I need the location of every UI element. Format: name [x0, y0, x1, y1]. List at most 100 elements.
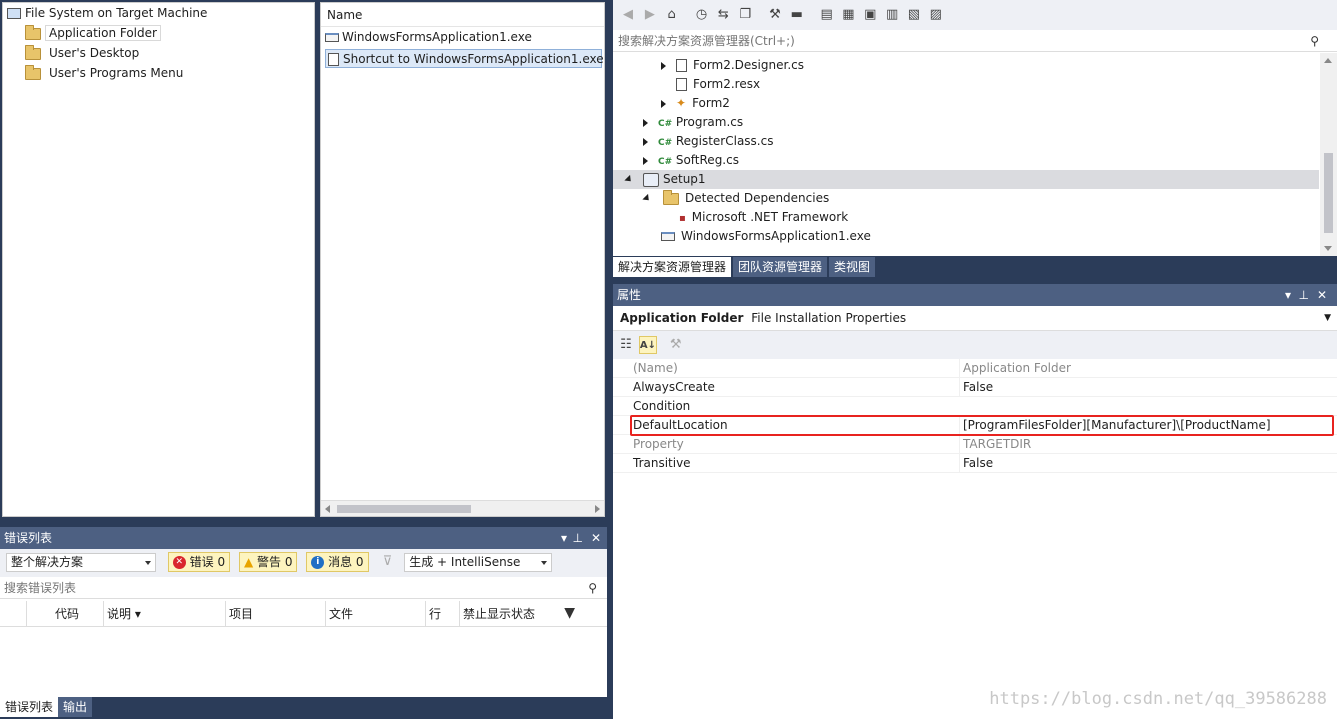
expand-icon[interactable]: [643, 118, 648, 127]
collapse-icon[interactable]: ❐: [736, 6, 754, 24]
tree-item-users-programs-menu[interactable]: User's Programs Menu: [25, 64, 314, 83]
file-item-label: WindowsFormsApplication1.exe: [342, 30, 532, 44]
search-icon[interactable]: ⚲: [1310, 30, 1319, 52]
folder-icon: [25, 24, 41, 40]
tree-item[interactable]: ✦ Form2: [661, 94, 1319, 113]
col-description[interactable]: 说明 ▾: [104, 601, 226, 627]
error-search-input[interactable]: [4, 577, 564, 599]
col-file[interactable]: 文件: [326, 601, 426, 627]
col-label: 文件: [329, 607, 354, 621]
file-types-editor-icon[interactable]: ▣: [861, 6, 879, 24]
file-item[interactable]: WindowsFormsApplication1.exe: [325, 28, 604, 47]
error-search-box[interactable]: ⚲: [0, 577, 607, 599]
dropdown-icon[interactable]: ▾: [561, 527, 567, 549]
pin-icon[interactable]: ⊥: [573, 527, 583, 549]
build-filter-dropdown[interactable]: 生成 + IntelliSense: [404, 552, 553, 572]
tree-item[interactable]: WindowsFormsApplication1.exe: [661, 227, 1319, 246]
properties-icon[interactable]: ⚒: [766, 6, 784, 24]
tree-item[interactable]: Form2.resx: [676, 75, 1319, 94]
solution-vertical-scrollbar[interactable]: [1320, 53, 1337, 256]
categorized-icon[interactable]: ☷: [617, 336, 635, 354]
tree-item[interactable]: C# Program.cs: [643, 113, 1319, 132]
solution-search-box[interactable]: ⚲: [613, 30, 1337, 52]
launch-conditions-icon[interactable]: ▨: [927, 6, 945, 24]
scroll-thumb[interactable]: [337, 505, 471, 513]
tree-item[interactable]: Form2.Designer.cs: [661, 56, 1319, 75]
expand-icon[interactable]: [643, 137, 648, 146]
alphabetical-icon[interactable]: A↓: [638, 336, 657, 354]
filter-clear-icon[interactable]: ⊽: [378, 553, 396, 571]
scroll-left-arrow[interactable]: [325, 505, 330, 513]
tree-item[interactable]: C# SoftReg.cs: [643, 151, 1319, 170]
chevron-down-icon[interactable]: ▼: [1324, 306, 1331, 331]
expand-icon[interactable]: [661, 99, 666, 108]
home-icon[interactable]: ⌂: [663, 6, 681, 24]
col-code[interactable]: 代码: [52, 601, 104, 627]
collapse-icon[interactable]: [624, 174, 634, 185]
col-icon[interactable]: [0, 601, 27, 627]
col-line[interactable]: 行: [426, 601, 460, 627]
scroll-down-arrow[interactable]: [1324, 246, 1332, 251]
tree-item-selected[interactable]: Setup1: [613, 170, 1319, 189]
folder-icon: [25, 64, 41, 80]
tree-item[interactable]: C# RegisterClass.cs: [643, 132, 1319, 151]
property-row[interactable]: (Name) Application Folder: [613, 359, 1337, 378]
property-row[interactable]: AlwaysCreate False: [613, 378, 1337, 397]
name-column-header[interactable]: Name: [321, 3, 604, 27]
pin-icon[interactable]: ⊥: [1299, 284, 1309, 306]
computer-icon: [7, 8, 21, 19]
forward-icon[interactable]: ▶: [641, 6, 659, 24]
highlight-annotation-box: [630, 415, 1334, 436]
tree-item-application-folder[interactable]: Application Folder: [25, 24, 161, 43]
registry-editor-icon[interactable]: ▦: [839, 6, 857, 24]
error-table-header: 代码 说明 ▾ 项目 文件 行 禁止显示状态 ▼: [0, 601, 607, 627]
minus-icon[interactable]: ▬: [788, 6, 806, 24]
tab-solution-explorer[interactable]: 解决方案资源管理器: [613, 257, 732, 277]
property-row[interactable]: Transitive False: [613, 454, 1337, 473]
resx-file-icon: [676, 78, 687, 91]
build-filter-value: 生成 + IntelliSense: [409, 554, 521, 569]
tab-class-view[interactable]: 类视图: [829, 257, 876, 277]
tree-item[interactable]: ▪ Microsoft .NET Framework: [679, 208, 1319, 227]
scroll-thumb[interactable]: [1324, 153, 1333, 233]
tree-item-label: Form2.resx: [693, 77, 761, 91]
file-item-selected[interactable]: Shortcut to WindowsFormsApplication1.exe: [325, 49, 604, 68]
custom-actions-icon[interactable]: ▧: [905, 6, 923, 24]
expand-icon[interactable]: [661, 61, 666, 70]
errors-filter-button[interactable]: ✕ 错误 0: [167, 552, 231, 572]
property-row[interactable]: Condition: [613, 397, 1337, 416]
filter-icon[interactable]: ▼: [564, 605, 575, 621]
dropdown-icon[interactable]: ▾: [1285, 284, 1291, 306]
tree-item-label: Application Folder: [45, 25, 161, 41]
warnings-filter-button[interactable]: ▲ 警告 0: [238, 552, 298, 572]
tab-error-list[interactable]: 错误列表: [0, 697, 59, 717]
solution-search-input[interactable]: [618, 30, 1258, 52]
filesystem-root[interactable]: File System on Target Machine: [7, 4, 314, 23]
close-icon[interactable]: ✕: [591, 527, 601, 549]
col-label: 代码: [55, 607, 80, 621]
back-icon[interactable]: ◀: [619, 6, 637, 24]
scope-dropdown[interactable]: 整个解决方案: [6, 552, 156, 572]
tab-team-explorer[interactable]: 团队资源管理器: [733, 257, 828, 277]
expand-icon[interactable]: [643, 156, 648, 165]
code-file-icon: [676, 59, 687, 72]
collapse-icon[interactable]: [642, 193, 652, 204]
horizontal-scrollbar[interactable]: [321, 500, 604, 516]
tree-item-label: WindowsFormsApplication1.exe: [681, 229, 871, 243]
tab-output[interactable]: 输出: [58, 697, 93, 717]
ui-editor-icon[interactable]: ▥: [883, 6, 901, 24]
tree-item[interactable]: Detected Dependencies: [642, 189, 1319, 208]
property-pages-icon[interactable]: ⚒: [667, 336, 685, 354]
scroll-right-arrow[interactable]: [595, 505, 600, 513]
sync-icon[interactable]: ⇆: [714, 6, 732, 24]
history-icon[interactable]: ◷: [692, 6, 710, 24]
property-row[interactable]: Property TARGETDIR: [613, 435, 1337, 454]
tree-item-users-desktop[interactable]: User's Desktop: [25, 44, 314, 63]
search-icon[interactable]: ⚲: [588, 577, 597, 599]
messages-filter-button[interactable]: i 消息 0: [306, 552, 369, 572]
file-system-editor-icon[interactable]: ▤: [818, 6, 836, 24]
close-icon[interactable]: ✕: [1317, 284, 1327, 306]
col-project[interactable]: 项目: [226, 601, 326, 627]
scroll-up-arrow[interactable]: [1324, 58, 1332, 63]
object-selector[interactable]: Application Folder File Installation Pro…: [613, 306, 1337, 331]
